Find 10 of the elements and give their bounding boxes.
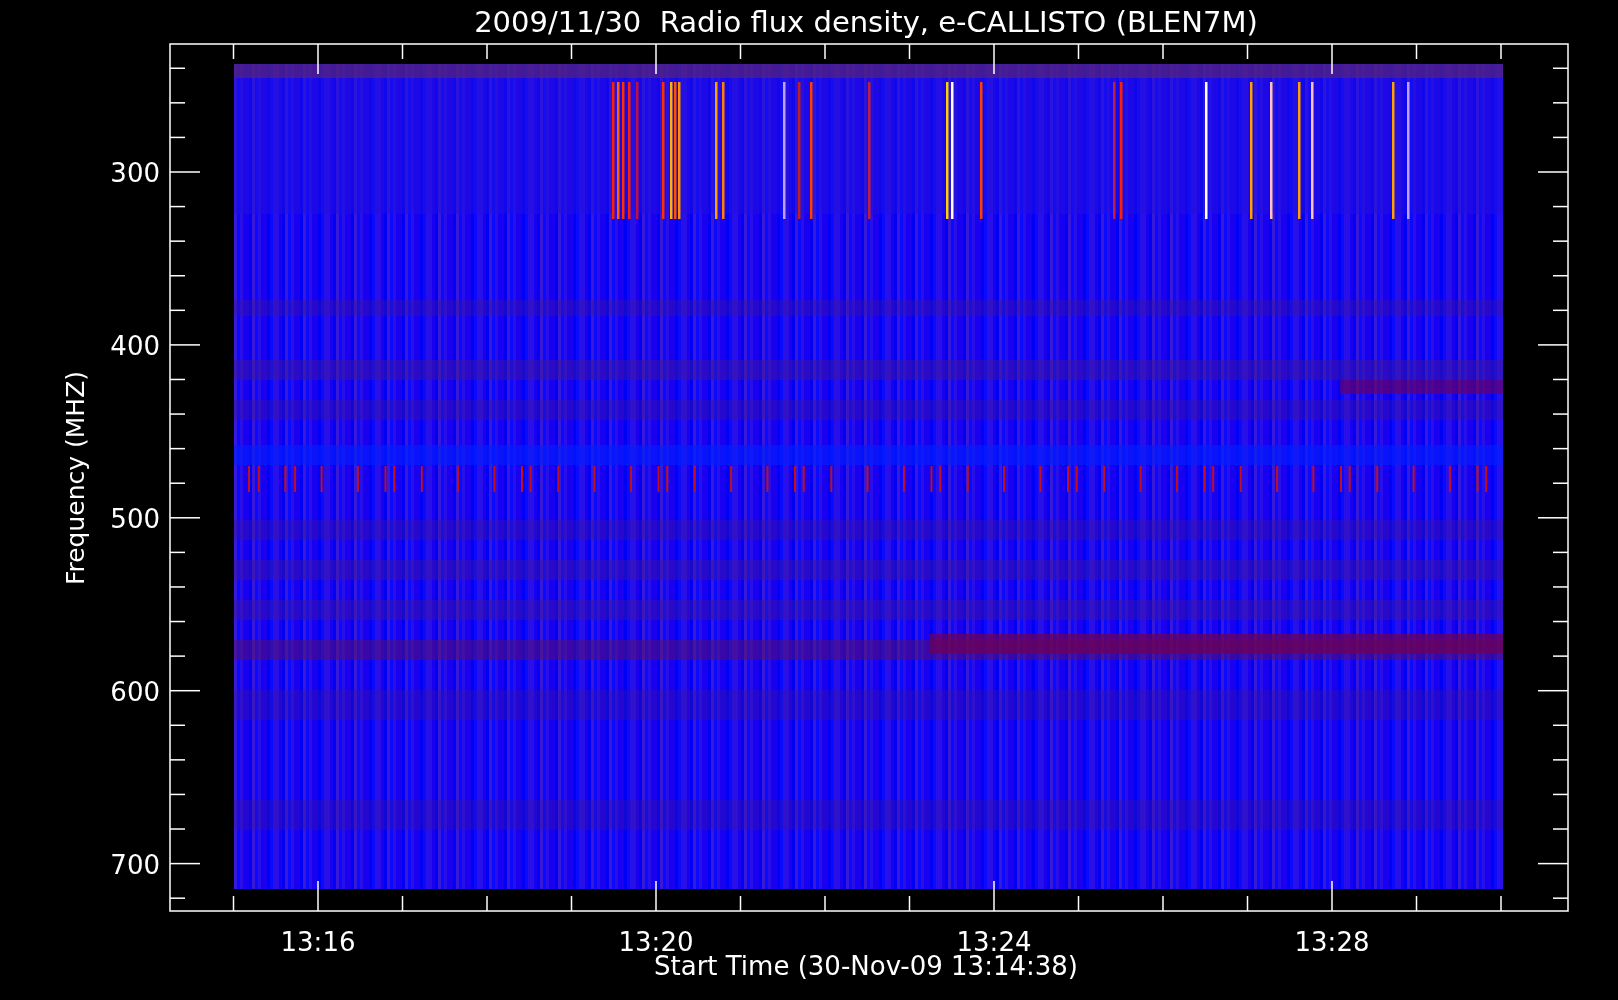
y-tick-label: 500 — [110, 503, 160, 534]
y-tick-label: 300 — [110, 158, 160, 188]
y-tick-label: 600 — [110, 676, 160, 707]
y-tick-label: 400 — [110, 330, 160, 361]
x-tick-label: 13:28 — [1294, 927, 1370, 957]
chart-title: 2009/11/30 Radio flux density, e-CALLISTO (BLEN7M) — [474, 5, 1258, 39]
x-axis-label: Start Time (30-Nov-09 13:14:38) — [654, 951, 1078, 981]
y-axis-label: Frequency (MHZ) — [61, 370, 90, 586]
x-tick-label: 13:16 — [280, 927, 356, 957]
y-tick-label: 700 — [110, 849, 160, 880]
